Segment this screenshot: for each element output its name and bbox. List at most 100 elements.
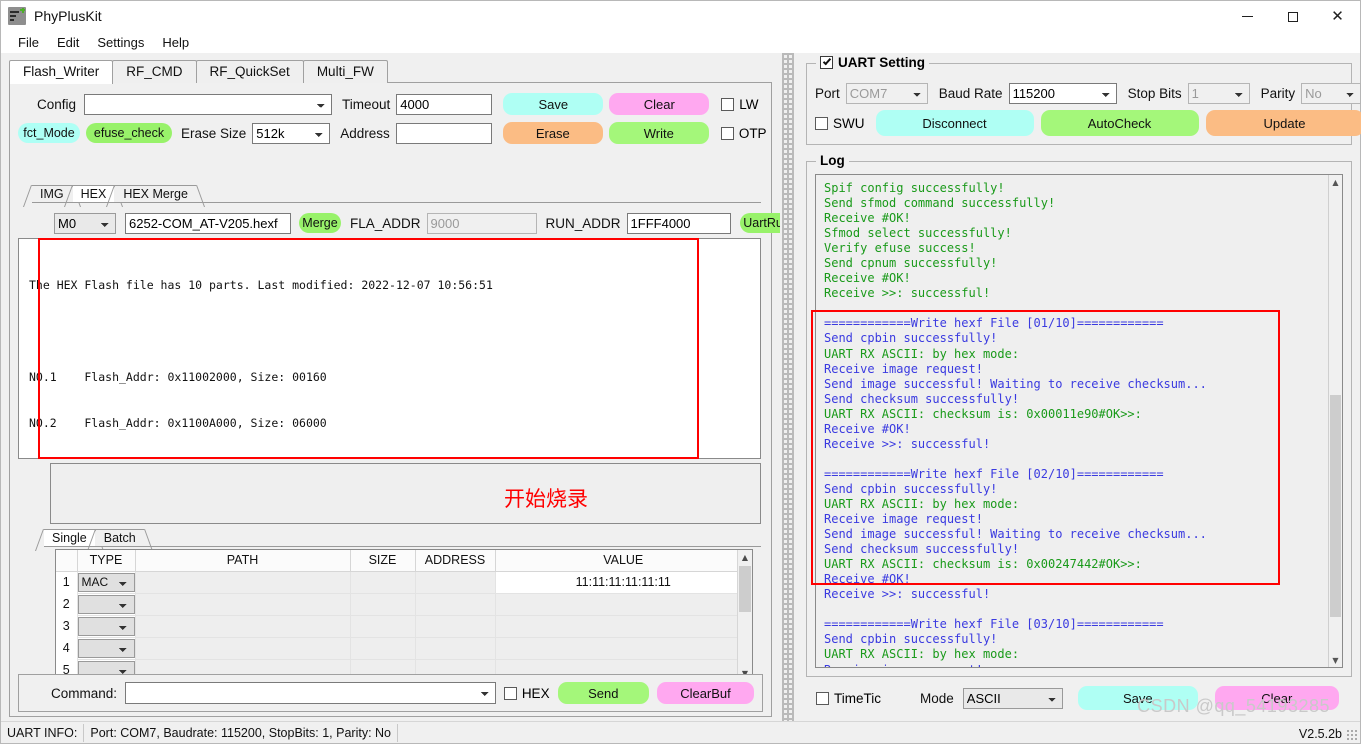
swu-checkbox-box	[815, 116, 828, 130]
flash-writer-panel: Config Timeout Save Clear LW fct_Mode ef…	[9, 82, 794, 717]
baud-rate-select[interactable]: 115200	[1008, 82, 1117, 104]
erase-button[interactable]: Erase	[502, 122, 603, 144]
port-select[interactable]: COM7	[845, 82, 928, 104]
address-input[interactable]	[395, 122, 492, 144]
row-address[interactable]	[414, 636, 496, 660]
row-size[interactable]	[349, 614, 416, 638]
log-scroll-thumb[interactable]	[1330, 395, 1341, 617]
row-address[interactable]	[414, 570, 496, 594]
row-type-select[interactable]	[78, 616, 134, 636]
run-addr-input[interactable]	[626, 212, 731, 234]
scroll-up-icon[interactable]: ▲	[738, 550, 752, 565]
row-type-select[interactable]: MAC	[78, 572, 134, 592]
close-icon: ✕	[1331, 7, 1344, 25]
core-select[interactable]: M0	[54, 212, 116, 234]
row-type-select[interactable]	[78, 638, 134, 658]
timetic-label: TimeTic	[834, 690, 881, 706]
stop-bits-select[interactable]: 1	[1187, 82, 1250, 104]
clearbuf-button[interactable]: ClearBuf	[656, 682, 754, 704]
config-select[interactable]	[84, 93, 332, 115]
log-output[interactable]: Spif config successfully! Send sfmod comm…	[815, 174, 1343, 668]
application-window: PhyPlusKit ✕ File Edit Settings Help Fla…	[0, 0, 1361, 744]
timeout-label: Timeout	[342, 96, 391, 112]
parity-select[interactable]: No	[1301, 82, 1361, 104]
menu-item-file[interactable]: File	[9, 34, 48, 51]
row-path[interactable]	[134, 570, 351, 594]
scroll-thumb[interactable]	[739, 566, 751, 612]
otp-checkbox-box	[720, 126, 734, 140]
autocheck-button[interactable]: AutoCheck	[1040, 110, 1199, 136]
pane-splitter[interactable]	[780, 53, 800, 721]
row-size[interactable]	[349, 636, 416, 660]
tab-rf-quickset[interactable]: RF_QuickSet	[195, 60, 304, 83]
write-button[interactable]: Write	[608, 122, 709, 144]
splitter-grip[interactable]	[782, 53, 794, 721]
efuse-check-badge[interactable]: efuse_check	[86, 123, 172, 143]
minimize-button[interactable]	[1225, 1, 1270, 32]
menu-item-settings[interactable]: Settings	[88, 34, 153, 51]
log-line: Spif config successfully!	[824, 181, 1005, 195]
merge-button[interactable]: Merge	[299, 213, 341, 233]
table-row[interactable]: 1 MAC 11:11:11:11:11:11	[56, 570, 752, 594]
clear-config-button[interactable]: Clear	[609, 93, 710, 115]
maximize-button[interactable]	[1270, 1, 1315, 32]
fct-mode-badge[interactable]: fct_Mode	[18, 123, 80, 143]
baud-rate-label: Baud Rate	[938, 85, 1003, 101]
menu-item-edit[interactable]: Edit	[48, 34, 88, 51]
command-input[interactable]	[125, 682, 496, 704]
table-row[interactable]: 3	[56, 614, 752, 638]
subtab-single[interactable]: Single	[44, 529, 95, 547]
log-scroll-down-icon[interactable]: ▼	[1329, 653, 1342, 667]
otp-checkbox[interactable]: OTP	[720, 126, 767, 141]
table-scrollbar[interactable]: ▲ ▼	[737, 550, 752, 681]
row-type-select[interactable]	[78, 594, 134, 614]
uart-setting-group: UART Setting Port COM7 Baud Rate 115200 …	[806, 55, 1361, 145]
row-value[interactable]	[494, 592, 752, 616]
subtab-batch[interactable]: Batch	[95, 529, 144, 547]
swu-checkbox[interactable]: SWU	[815, 116, 865, 131]
save-config-button[interactable]: Save	[503, 93, 604, 115]
row-address[interactable]	[414, 592, 496, 616]
row-path[interactable]	[134, 636, 351, 660]
erase-size-select[interactable]: 512k	[252, 122, 331, 144]
hexinfo-header: The HEX Flash file has 10 parts. Last mo…	[29, 277, 493, 292]
timetic-checkbox[interactable]: TimeTic	[816, 691, 881, 706]
update-button[interactable]: Update	[1205, 110, 1361, 136]
send-button[interactable]: Send	[557, 682, 649, 704]
log-scrollbar[interactable]: ▲ ▼	[1328, 175, 1342, 667]
tab-multi-fw[interactable]: Multi_FW	[302, 60, 388, 83]
row-path[interactable]	[134, 592, 351, 616]
timeout-input[interactable]	[396, 93, 493, 115]
row-value[interactable]: 11:11:11:11:11:11	[494, 570, 752, 594]
table-row[interactable]: 2	[56, 592, 752, 616]
right-pane: UART Setting Port COM7 Baud Rate 115200 …	[800, 53, 1361, 721]
mode-select[interactable]: ASCII	[962, 687, 1063, 709]
tab-rf-cmd[interactable]: RF_CMD	[112, 60, 197, 83]
subtab-hex-merge[interactable]: HEX Merge	[115, 185, 196, 203]
row-path[interactable]	[134, 614, 351, 638]
log-line: Send checksum successfully!	[824, 542, 1020, 557]
disconnect-button[interactable]: Disconnect	[875, 110, 1034, 136]
log-group: Log Spif config successfully! Send sfmod …	[806, 153, 1352, 677]
log-line: UART RX ASCII: checksum is: 0x00247442#O…	[824, 557, 1142, 572]
hex-file-input[interactable]	[125, 212, 291, 234]
fla-addr-input[interactable]	[426, 212, 537, 234]
row-address[interactable]	[414, 614, 496, 638]
row-size[interactable]	[349, 592, 416, 616]
uart-setting-title[interactable]: UART Setting	[816, 55, 929, 70]
row-size[interactable]	[349, 570, 416, 594]
hex-info-textarea[interactable]: The HEX Flash file has 10 parts. Last mo…	[18, 238, 761, 459]
hex-checkbox[interactable]: HEX	[503, 686, 550, 701]
table-row[interactable]: 4	[56, 636, 752, 660]
resize-grip[interactable]	[1346, 729, 1357, 740]
log-scroll-up-icon[interactable]: ▲	[1329, 175, 1342, 189]
close-button[interactable]: ✕	[1315, 1, 1360, 32]
row-value[interactable]	[494, 636, 752, 660]
row-value[interactable]	[494, 614, 752, 638]
menu-item-help[interactable]: Help	[153, 34, 198, 51]
uart-info-text: Port: COM7, Baudrate: 115200, StopBits: …	[84, 723, 399, 742]
uart-setting-checkbox[interactable]	[820, 56, 833, 69]
tab-flash-writer[interactable]: Flash_Writer	[9, 60, 114, 84]
lw-checkbox[interactable]: LW	[721, 97, 759, 112]
